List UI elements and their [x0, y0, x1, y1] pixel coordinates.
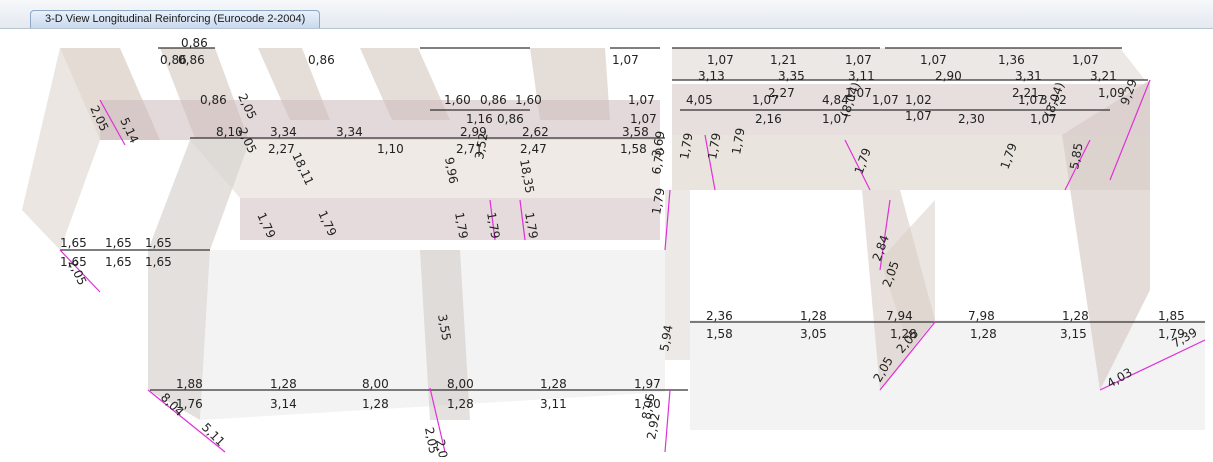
reinforcing-value-label: 1,28 — [270, 377, 297, 391]
reinforcing-value-label: 0,86 — [178, 53, 205, 67]
reinforcing-value-label: 2,05 — [433, 438, 451, 457]
reinforcing-value-label: 0,86 — [181, 36, 208, 50]
reinforcing-value-label: 1,07 — [628, 93, 655, 107]
reinforcing-value-label: 3,34 — [270, 125, 297, 139]
reinforcing-value-label: 2,16 — [755, 112, 782, 126]
reinforcing-value-label: 1,10 — [377, 142, 404, 156]
reinforcing-value-label: 1,07 — [845, 53, 872, 67]
reinforcing-value-label: 1,58 — [620, 142, 647, 156]
reinforcing-value-label: 2,30 — [958, 112, 985, 126]
reinforcing-value-label: 8,00 — [362, 377, 389, 391]
reinforcing-value-label: 0,86 — [497, 112, 524, 126]
reinforcing-value-label: 1,28 — [800, 309, 827, 323]
reinforcing-value-label: 1,65 — [145, 236, 172, 250]
reinforcing-value-label: 1,07 — [612, 53, 639, 67]
reinforcing-value-label: 0,86 — [480, 93, 507, 107]
reinforcing-value-label: 1,07 — [1072, 53, 1099, 67]
reinforcing-value-label: 1,28 — [970, 327, 997, 341]
reinforcing-value-label: 2,62 — [522, 125, 549, 139]
reinforcing-value-label: 1,07 — [872, 93, 899, 107]
model-3d-view[interactable]: 0,86 0,86 0,86 1,07 1,07 1,21 1,07 1,07 1,36 1,07… — [0, 29, 1213, 462]
reinforcing-value-label: 1,65 — [105, 255, 132, 269]
reinforcing-value-label: 3,11 — [540, 397, 567, 411]
view-tab[interactable]: 3-D View Longitudinal Reinforcing (Euroc… — [30, 10, 321, 28]
reinforcing-value-label: 1,65 — [145, 255, 172, 269]
reinforcing-value-label: 0,86 — [200, 93, 227, 107]
reinforcing-value-label: 1,65 — [105, 236, 132, 250]
reinforcing-value-label: 1,85 — [1158, 309, 1185, 323]
reinforcing-value-label: 3,35 — [778, 69, 805, 83]
reinforcing-value-label: 3,05 — [800, 327, 827, 341]
reinforcing-value-label: 1,07 — [630, 112, 657, 126]
reinforcing-value-label: 3,34 — [336, 125, 363, 139]
reinforcing-value-label: 2,36 — [706, 309, 733, 323]
reinforcing-value-label: 1,21 — [770, 53, 797, 67]
reinforcing-value-label: 1,58 — [706, 327, 733, 341]
reinforcing-value-label: 1,28 — [1062, 309, 1089, 323]
model-canvas: 0,86 0,86 0,86 1,07 1,07 1,21 1,07 1,07 1,36 1,07… — [22, 36, 1206, 462]
reinforcing-value-label: 1,07 — [920, 53, 947, 67]
reinforcing-value-label: 7,94 — [886, 309, 913, 323]
reinforcing-value-label: 1,65 — [60, 236, 87, 250]
reinforcing-value-label: 2,47 — [520, 142, 547, 156]
reinforcing-value-label: 1,02 — [905, 93, 932, 107]
reinforcing-value-label: 3,31 — [1015, 69, 1042, 83]
reinforcing-value-label: 1,97 — [634, 377, 661, 391]
reinforcing-value-label: 1,36 — [998, 53, 1025, 67]
view-title-bar: 3-D View Longitudinal Reinforcing (Euroc… — [0, 0, 1213, 29]
reinforcing-value-label: 0,86 — [308, 53, 335, 67]
reinforcing-value-label: 1,28 — [447, 397, 474, 411]
reinforcing-value-label: 3,58 — [622, 125, 649, 139]
reinforcing-value-label: 7,98 — [968, 309, 995, 323]
reinforcing-value-label: 1,28 — [362, 397, 389, 411]
reinforcing-value-label: 1,28 — [540, 377, 567, 391]
reinforcing-value-label: 1,60 — [444, 93, 471, 107]
reinforcing-value-label: 1,07 — [752, 93, 779, 107]
reinforcing-value-label: 2,90 — [935, 69, 962, 83]
reinforcing-value-label: 3,11 — [848, 69, 875, 83]
reinforcing-value-label: 3,14 — [270, 397, 297, 411]
reinforcing-value-label: 8,00 — [447, 377, 474, 391]
reinforcing-value-label: 1,16 — [466, 112, 493, 126]
reinforcing-value-label: 1,07 — [905, 109, 932, 123]
reinforcing-value-label: 3,15 — [1060, 327, 1087, 341]
reinforcing-value-label: 1,88 — [176, 377, 203, 391]
reinforcing-value-label: 1,07 — [707, 53, 734, 67]
reinforcing-value-label: 1,60 — [515, 93, 542, 107]
reinforcing-value-label: 4,05 — [686, 93, 713, 107]
reinforcing-value-label: 3,21 — [1090, 69, 1117, 83]
reinforcing-value-label: 2,27 — [268, 142, 295, 156]
reinforcing-value-label: 3,13 — [698, 69, 725, 83]
